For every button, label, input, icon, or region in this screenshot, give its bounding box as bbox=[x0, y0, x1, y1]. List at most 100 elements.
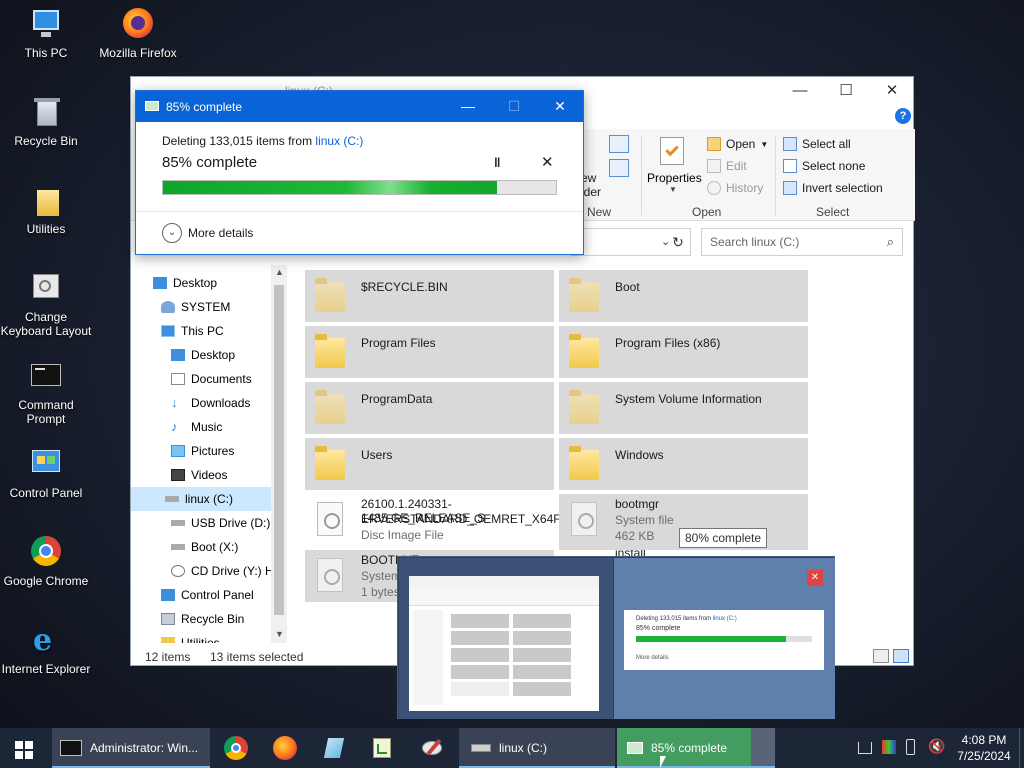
pause-icon[interactable]: ‖ bbox=[494, 155, 500, 170]
edit-button[interactable]: Edit bbox=[707, 159, 747, 173]
desktop-icon-change-keyboard-layout[interactable]: Change Keyboard Layout bbox=[0, 272, 92, 338]
close-icon[interactable]: ✕ bbox=[869, 77, 915, 105]
folder-icon bbox=[315, 446, 345, 482]
desktop-icon-label: Google Chrome bbox=[3, 574, 89, 588]
file-tile[interactable]: 26100.1.240331-1435.GE_RELEASE_S ERVERST… bbox=[305, 494, 569, 546]
invert-selection-icon bbox=[783, 181, 797, 195]
desktop-icon-utilities[interactable]: Utilities bbox=[0, 184, 92, 236]
nav-item-recycle-bin[interactable]: Recycle Bin bbox=[161, 607, 244, 631]
ribbon-group-open: Open bbox=[692, 205, 722, 219]
file-tile[interactable]: System Volume Information bbox=[559, 382, 808, 434]
nav-item-usb-drive[interactable]: USB Drive (D:) bbox=[171, 511, 270, 535]
dialog-titlebar[interactable]: 85% complete — ☐ ✕ bbox=[136, 91, 583, 122]
nav-item-pictures[interactable]: Pictures bbox=[171, 439, 234, 463]
nav-item-desktop[interactable]: Desktop bbox=[153, 271, 217, 295]
volume-muted-icon[interactable]: 🔇 bbox=[928, 738, 945, 755]
nav-item-documents[interactable]: Documents bbox=[171, 367, 252, 391]
close-icon[interactable]: ✕ bbox=[807, 570, 823, 586]
copy-to-icon[interactable] bbox=[609, 135, 629, 153]
minimize-icon[interactable]: — bbox=[445, 91, 491, 122]
desktop-icon-label: Internet Explorer bbox=[1, 662, 91, 676]
chevron-down-icon[interactable]: ⌄ bbox=[162, 223, 182, 243]
more-details-button[interactable]: More details bbox=[188, 226, 253, 240]
nav-item-control-panel[interactable]: Control Panel bbox=[161, 583, 254, 607]
help-icon[interactable]: ? bbox=[895, 108, 911, 124]
desktop-icon-recycle-bin[interactable]: Recycle Bin bbox=[0, 96, 92, 148]
mouse-cursor-icon bbox=[660, 756, 666, 768]
desktop-icon-google-chrome[interactable]: Google Chrome bbox=[0, 536, 92, 588]
refresh-icon[interactable]: ↻ bbox=[664, 228, 692, 256]
tiles-view-icon[interactable] bbox=[893, 649, 909, 663]
progress-fill bbox=[163, 181, 498, 194]
nav-item-linux-c[interactable]: linux (C:) bbox=[131, 487, 271, 511]
maximize-icon[interactable]: ☐ bbox=[823, 77, 869, 105]
nav-scrollbar[interactable]: ▲ ▼ bbox=[271, 265, 287, 643]
file-tile[interactable]: Windows bbox=[559, 438, 808, 490]
file-tile[interactable]: Users bbox=[305, 438, 554, 490]
file-tile[interactable]: ProgramData bbox=[305, 382, 554, 434]
desktop-icon-label: Mozilla Firefox bbox=[99, 46, 177, 60]
nav-item-system[interactable]: SYSTEM bbox=[161, 295, 230, 319]
desktop-icon-label: Change Keyboard Layout bbox=[0, 310, 92, 338]
nav-item-boot[interactable]: Boot (X:) bbox=[171, 535, 238, 559]
open-button[interactable]: Open ▼ bbox=[707, 137, 768, 151]
folder-icon bbox=[569, 334, 599, 370]
show-desktop-button[interactable] bbox=[1019, 728, 1024, 768]
music-note-icon: ♪ bbox=[171, 419, 178, 434]
nav-item-utilities[interactable]: Utilities bbox=[161, 631, 220, 643]
close-icon[interactable]: ✕ bbox=[537, 91, 583, 122]
desktop-icon-control-panel[interactable]: Control Panel bbox=[0, 448, 92, 500]
desktop-icon-firefox[interactable]: Mozilla Firefox bbox=[92, 8, 184, 60]
network-icon[interactable] bbox=[858, 742, 872, 754]
select-none-button[interactable]: Select none bbox=[783, 159, 865, 173]
select-all-button[interactable]: Select all bbox=[783, 137, 851, 151]
invert-selection-button[interactable]: Invert selection bbox=[783, 181, 883, 195]
nav-item-desktop-pc[interactable]: Desktop bbox=[171, 343, 235, 367]
move-to-icon[interactable] bbox=[609, 159, 629, 177]
explorer-thumbnail[interactable] bbox=[399, 558, 613, 719]
progress-dialog-thumbnail-image: Deleting 133,015 items from linux (C:) 8… bbox=[624, 610, 824, 670]
nav-item-this-pc[interactable]: This PC bbox=[161, 319, 224, 343]
taskbar-button-progress[interactable]: 85% complete bbox=[617, 728, 775, 768]
file-tile[interactable]: $RECYCLE.BIN bbox=[305, 270, 554, 322]
new-folder-partial-label-2[interactable]: lder bbox=[581, 185, 601, 199]
search-input[interactable]: Search linux (C:) ⌕ bbox=[701, 228, 903, 256]
nav-item-music[interactable]: ♪ Music bbox=[171, 415, 222, 439]
chevron-up-icon[interactable]: ▲ bbox=[275, 267, 284, 277]
chevron-down-icon[interactable]: ▼ bbox=[275, 629, 284, 639]
file-tile[interactable]: Program Files (x86) bbox=[559, 326, 808, 378]
properties-button[interactable]: Properties ▼ bbox=[647, 135, 702, 197]
file-tile[interactable]: Boot bbox=[559, 270, 808, 322]
firefox-icon[interactable] bbox=[273, 736, 297, 760]
taskbar-button-explorer[interactable]: linux (C:) bbox=[459, 728, 615, 768]
nav-item-downloads[interactable]: ↓ Downloads bbox=[171, 391, 250, 415]
chrome-icon[interactable] bbox=[224, 736, 248, 760]
desktop-icon-command-prompt[interactable]: Command Prompt bbox=[0, 360, 92, 426]
mini-progress-bar bbox=[636, 636, 812, 642]
source-link[interactable]: linux (C:) bbox=[315, 134, 363, 148]
details-view-icon[interactable] bbox=[873, 649, 889, 663]
color-icon[interactable] bbox=[882, 740, 896, 754]
clock[interactable]: 4:08 PM 7/25/2024 bbox=[952, 732, 1016, 764]
notepad-icon[interactable] bbox=[322, 736, 346, 760]
spreadsheet-icon[interactable] bbox=[370, 736, 394, 760]
usb-icon[interactable] bbox=[906, 739, 915, 755]
drive-icon bbox=[471, 744, 491, 752]
drive-icon bbox=[165, 496, 179, 502]
scrollbar-thumb[interactable] bbox=[274, 285, 284, 615]
folder-icon bbox=[29, 184, 63, 218]
start-button[interactable] bbox=[0, 728, 48, 768]
taskbar-button-command-prompt[interactable]: Administrator: Win... bbox=[52, 728, 210, 768]
desktop-icon-this-pc[interactable]: This PC bbox=[0, 8, 92, 60]
progress-dialog-thumbnail[interactable]: ✕ Deleting 133,015 items from linux (C:)… bbox=[614, 558, 835, 719]
desktop-icon-internet-explorer[interactable]: e Internet Explorer bbox=[0, 624, 92, 677]
cancel-icon[interactable]: ✕ bbox=[541, 153, 554, 171]
history-button[interactable]: History bbox=[707, 181, 763, 195]
nav-item-videos[interactable]: Videos bbox=[171, 463, 227, 487]
file-tile[interactable]: Program Files bbox=[305, 326, 554, 378]
delete-progress-dialog[interactable]: 85% complete — ☐ ✕ Deleting 133,015 item… bbox=[135, 90, 584, 255]
minimize-icon[interactable]: — bbox=[777, 77, 823, 105]
nav-item-cd-drive[interactable]: CD Drive (Y:) H bbox=[171, 559, 274, 583]
paint-icon[interactable] bbox=[420, 736, 444, 760]
maximize-icon[interactable]: ☐ bbox=[491, 91, 537, 122]
